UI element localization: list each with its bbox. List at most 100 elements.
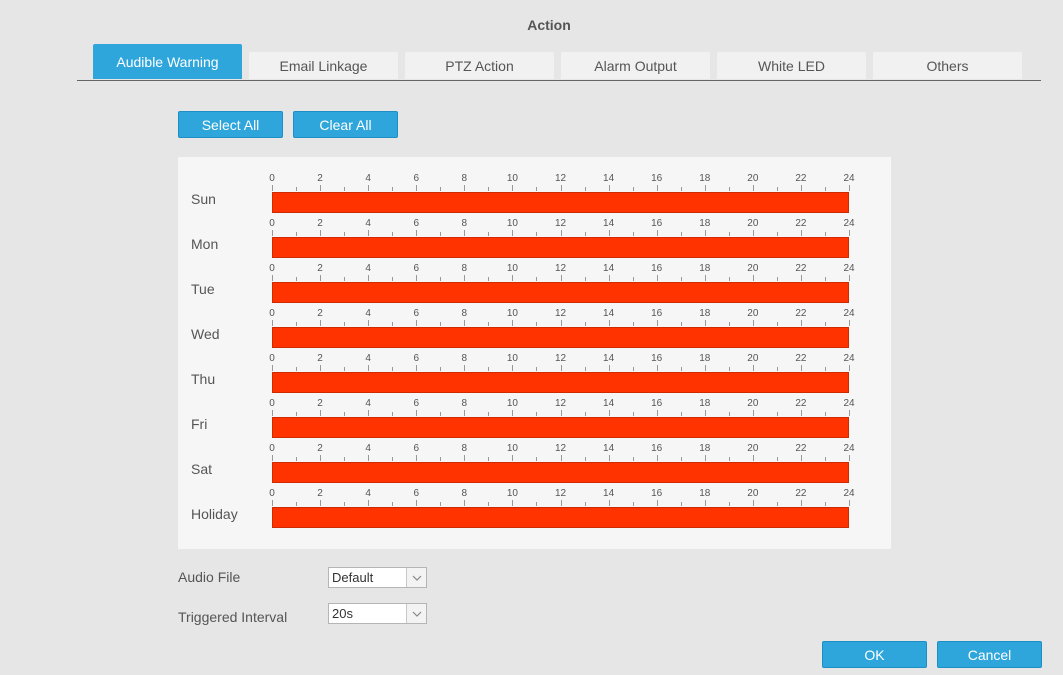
schedule-bar[interactable] <box>272 327 849 348</box>
hour-tick-label: 8 <box>461 173 468 184</box>
hour-tick-label: 16 <box>651 353 663 364</box>
hour-tick <box>416 275 418 281</box>
hour-tick <box>536 367 538 371</box>
hour-tick <box>296 502 298 506</box>
hour-tick-label: 18 <box>699 443 711 454</box>
hour-tick-label: 6 <box>413 173 420 184</box>
hour-tick <box>824 187 826 191</box>
hour-tick <box>824 502 826 506</box>
hour-tick <box>849 230 850 236</box>
tab-email-linkage[interactable]: Email Linkage <box>249 52 398 79</box>
cancel-button[interactable]: Cancel <box>937 641 1042 668</box>
hour-tick <box>512 320 514 326</box>
hour-tick-label: 4 <box>365 353 371 364</box>
hour-tick <box>560 230 562 236</box>
hour-tick <box>728 457 730 461</box>
hour-tick-label: 12 <box>554 398 567 409</box>
hour-tick <box>464 320 466 326</box>
hour-tick <box>440 322 442 326</box>
hour-tick <box>512 275 514 281</box>
schedule-bar[interactable] <box>272 507 849 528</box>
hour-tick <box>776 457 778 461</box>
hour-tick <box>272 185 273 191</box>
hour-tick <box>776 367 778 371</box>
hour-tick <box>296 457 298 461</box>
hour-tick <box>849 455 850 461</box>
schedule-bar[interactable] <box>272 372 849 393</box>
tab-others[interactable]: Others <box>873 52 1022 79</box>
hour-tick-label: 0 <box>269 488 275 499</box>
tab-audible-warning[interactable]: Audible Warning <box>93 44 242 79</box>
schedule-bar[interactable] <box>272 192 849 213</box>
hour-tick <box>849 320 850 326</box>
day-label: Thu <box>191 371 216 387</box>
hour-tick <box>776 502 778 506</box>
hour-tick <box>368 185 370 191</box>
hour-tick <box>680 322 682 326</box>
day-label: Mon <box>191 236 219 252</box>
tab-ptz-action[interactable]: PTZ Action <box>405 52 554 79</box>
schedule-bar[interactable] <box>272 237 849 258</box>
hour-tick-label: 24 <box>843 263 855 274</box>
hour-tick <box>488 457 490 461</box>
select-all-button[interactable]: Select All <box>178 111 283 138</box>
hour-tick <box>849 365 850 371</box>
hour-tick <box>824 322 826 326</box>
hour-tick <box>584 277 586 281</box>
hour-tick <box>416 410 418 416</box>
hour-tick-label: 6 <box>413 398 420 409</box>
ok-button[interactable]: OK <box>822 641 927 668</box>
triggered-interval-select[interactable]: 20s <box>328 603 427 624</box>
hour-tick <box>728 187 730 191</box>
hour-tick-label: 0 <box>269 443 275 454</box>
audio-file-select[interactable]: Default <box>328 567 427 588</box>
hour-tick <box>800 230 802 236</box>
hour-tick-label: 0 <box>269 218 275 229</box>
hour-tick <box>608 230 610 236</box>
hour-tick-label: 14 <box>603 173 615 184</box>
hour-tick <box>704 230 706 236</box>
hour-tick <box>824 412 826 416</box>
hour-tick <box>776 232 778 236</box>
hour-tick <box>344 322 346 326</box>
tab-white-led[interactable]: White LED <box>717 52 866 79</box>
schedule-bar[interactable] <box>272 282 849 303</box>
schedule-bar[interactable] <box>272 462 849 483</box>
hour-tick <box>584 457 586 461</box>
hour-tick-label: 22 <box>795 173 807 184</box>
hour-tick <box>704 410 706 416</box>
hour-tick <box>632 277 634 281</box>
hour-tick <box>416 365 418 371</box>
hour-tick-label: 12 <box>554 488 567 499</box>
hour-tick <box>800 455 802 461</box>
hour-tick-label: 16 <box>651 173 663 184</box>
hour-tick <box>536 457 538 461</box>
schedule-bar[interactable] <box>272 417 849 438</box>
hour-tick <box>752 500 754 506</box>
tab-alarm-output[interactable]: Alarm Output <box>561 52 710 79</box>
hour-tick-label: 20 <box>747 263 759 274</box>
hour-tick <box>440 187 442 191</box>
hour-tick <box>344 412 346 416</box>
hour-tick <box>680 277 682 281</box>
hour-tick <box>656 500 658 506</box>
hour-tick <box>392 232 394 236</box>
hour-tick <box>728 232 730 236</box>
hour-tick <box>536 232 538 236</box>
clear-all-button[interactable]: Clear All <box>293 111 398 138</box>
hour-tick <box>800 320 802 326</box>
hour-tick <box>320 230 322 236</box>
hour-tick-label: 8 <box>461 308 468 319</box>
hour-tick-label: 12 <box>554 218 567 229</box>
hour-tick-label: 6 <box>413 488 420 499</box>
hour-tick <box>488 502 490 506</box>
hour-tick <box>488 367 490 371</box>
hour-tick <box>320 410 322 416</box>
hour-tick-label: 24 <box>843 218 855 229</box>
hour-tick <box>560 500 562 506</box>
hour-tick <box>512 230 514 236</box>
hour-tick <box>464 230 466 236</box>
hour-tick <box>632 367 634 371</box>
hour-tick <box>800 185 802 191</box>
hour-tick <box>584 367 586 371</box>
